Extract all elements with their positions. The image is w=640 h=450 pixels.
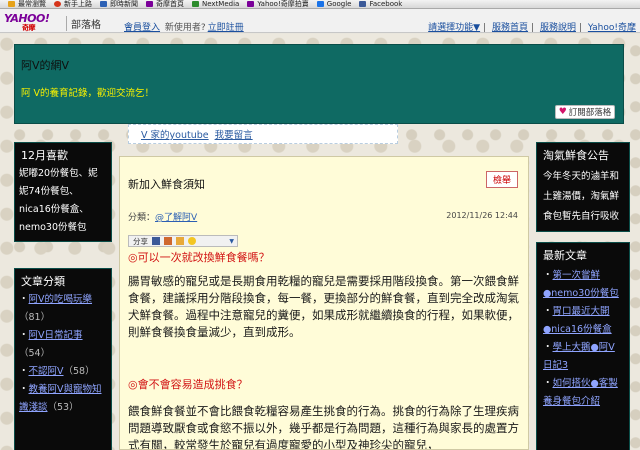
bookmark-4[interactable]: NextMedia [192, 0, 239, 8]
plurk-share-icon[interactable] [164, 237, 172, 245]
news-icon [100, 1, 107, 7]
leave-message-link[interactable]: 我要留言 [215, 127, 253, 141]
post-category: 分類：@了解阿V [128, 213, 198, 223]
subscribe-button[interactable]: ♥ 訂閱部落格 [555, 105, 615, 119]
service-home-link[interactable]: 服務首頁 [492, 23, 528, 33]
emoji-share-icon[interactable] [188, 237, 196, 245]
recent-post-item[interactable]: ・胃口最近大開 ●nica16份餐盒 [543, 303, 623, 339]
announcement-title: 淘氣鮮食公告 [537, 143, 629, 163]
heart-icon: ♥ [558, 107, 567, 117]
yahoo-top-bar: YAHOO! 奇摩 部落格 會員登入 新使用者? 立即註冊 請選擇功能▼ | 服務首… [0, 9, 640, 33]
dropdown-arrow-icon[interactable]: ▼ [229, 238, 234, 245]
post-date: 2012/11/26 12:44 [446, 211, 518, 220]
bookmark-5[interactable]: Yahoo!奇摩拍賣 [247, 0, 309, 8]
bookmark-2[interactable]: 即時新聞 [100, 0, 138, 8]
folder-icon [8, 1, 15, 7]
bookmark-0[interactable]: 最常瀏覽 [8, 0, 46, 8]
post-paragraph: 腸胃敏感的寵兒或是長期食用乾糧的寵兒是需要採用階段換食。第一次餵食鮮食餐，建議採… [128, 274, 519, 339]
blog-post: 新加入鮮食須知 檢舉 分類：@了解阿V 2012/11/26 12:44 分享 … [119, 156, 529, 450]
category-list: ・阿V的吃喝玩樂 （81） ・阿V日常記事（54） ・不認阿V（58） ・教養阿V… [15, 289, 111, 450]
google-icon [316, 1, 324, 7]
post-paragraph: 餵食鮮食餐並不會比餵食乾糧容易產生挑食的行為。挑食的行為除了生理疾病問題導致厭食… [128, 404, 519, 450]
visitor-box-text: 妮嘟20份餐包、妮妮74份餐包、nica16份餐盒、nemo30份餐包 [15, 163, 111, 241]
bookmark-6[interactable]: Google [316, 0, 351, 8]
report-button[interactable]: 檢舉 [486, 171, 518, 188]
category-box-title: 文章分類 [15, 269, 111, 289]
facebook-icon [359, 1, 367, 7]
yahoo-home-link[interactable]: Yahoo!奇摩 [588, 23, 636, 33]
category-item[interactable]: ・教養阿V與寵物知識淺談（53） [19, 381, 107, 417]
yahoo-icon [146, 1, 153, 7]
recent-post-item[interactable]: ・如何搭伙●客製養身餐包介紹 [543, 375, 623, 411]
category-item[interactable]: ・阿V日常記事（54） [19, 327, 107, 363]
category-item[interactable]: ・阿V的吃喝玩樂 （81） [19, 291, 107, 327]
top-right-links: 請選擇功能▼ | 服務首頁 | 服務說明 | Yahoo!奇摩 [428, 23, 636, 33]
yahoo-icon [247, 1, 255, 7]
recent-posts-list: ・第一次嘗鮮 ●nemo30份餐包 ・胃口最近大開 ●nica16份餐盒 ・學上… [537, 263, 629, 450]
recent-post-item[interactable]: ・第一次嘗鮮 ●nemo30份餐包 [543, 267, 623, 303]
bookmark-7[interactable]: Facebook [359, 0, 402, 8]
login-link[interactable]: 會員登入 [124, 23, 160, 33]
category-item[interactable]: ・不認阿V（58） [19, 363, 107, 381]
youtube-banner: V 家的youtube 我要留言 [128, 124, 398, 144]
facebook-share-icon[interactable] [152, 237, 160, 245]
visitor-box: 12月喜歡 妮嘟20份餐包、妮妮74份餐包、nica16份餐盒、nemo30份餐… [14, 142, 112, 242]
post-title[interactable]: 新加入鮮食須知 [128, 176, 205, 192]
share-bar[interactable]: 分享 ▼ [128, 235, 238, 247]
blog-header: 阿V的網V 阿 V的養育記錄，歡迎交流乞！ ♥ 訂閱部落格 [14, 44, 624, 124]
bookmarks-bar: 最常瀏覽 新手上路 即時新聞 奇摩首頁 NextMedia Yahoo!奇摩拍賣… [0, 0, 640, 9]
service-help-link[interactable]: 服務說明 [540, 23, 576, 33]
blog-share-icon[interactable] [176, 237, 184, 245]
announcement-text: 今年冬天的滷羊和土雞湯價，淘氣鮮食包暫先自行吸收 [537, 163, 629, 231]
youtube-link[interactable]: V 家的youtube [141, 127, 209, 141]
question-heading: ◎可以一次就改換鮮食餐嗎？ [128, 251, 270, 264]
new-user-text: 新使用者? [164, 23, 206, 33]
member-links: 會員登入 新使用者? 立即註冊 [124, 20, 246, 33]
firefox-icon [54, 1, 61, 7]
yahoo-logo[interactable]: YAHOO! 奇摩 [4, 12, 66, 32]
blog-description: 阿 V的養育記錄，歡迎交流乞！ [21, 88, 155, 99]
bookmark-3[interactable]: 奇摩首頁 [146, 0, 184, 8]
bookmark-1[interactable]: 新手上路 [54, 0, 92, 8]
nextmedia-icon [192, 1, 199, 7]
announcement-box: 淘氣鮮食公告 今年冬天的滷羊和土雞湯價，淘氣鮮食包暫先自行吸收 [536, 142, 630, 232]
question-heading: ◎會不會容易造成挑食？ [128, 378, 248, 391]
visitor-box-title: 12月喜歡 [15, 143, 111, 163]
register-link[interactable]: 立即註冊 [208, 23, 244, 33]
recent-posts-box: 最新文章 ・第一次嘗鮮 ●nemo30份餐包 ・胃口最近大開 ●nica16份餐… [536, 242, 630, 450]
category-box: 文章分類 ・阿V的吃喝玩樂 （81） ・阿V日常記事（54） ・不認阿V（58） … [14, 268, 112, 450]
post-category-link[interactable]: @了解阿V [155, 213, 197, 223]
function-select[interactable]: 請選擇功能▼ [428, 23, 480, 33]
recent-post-item[interactable]: ・學上大鵝●阿V日記3 [543, 339, 623, 375]
blog-label[interactable]: 部落格 [66, 16, 101, 31]
recent-posts-title: 最新文章 [537, 243, 629, 263]
blog-title[interactable]: 阿V的網V [21, 57, 69, 73]
